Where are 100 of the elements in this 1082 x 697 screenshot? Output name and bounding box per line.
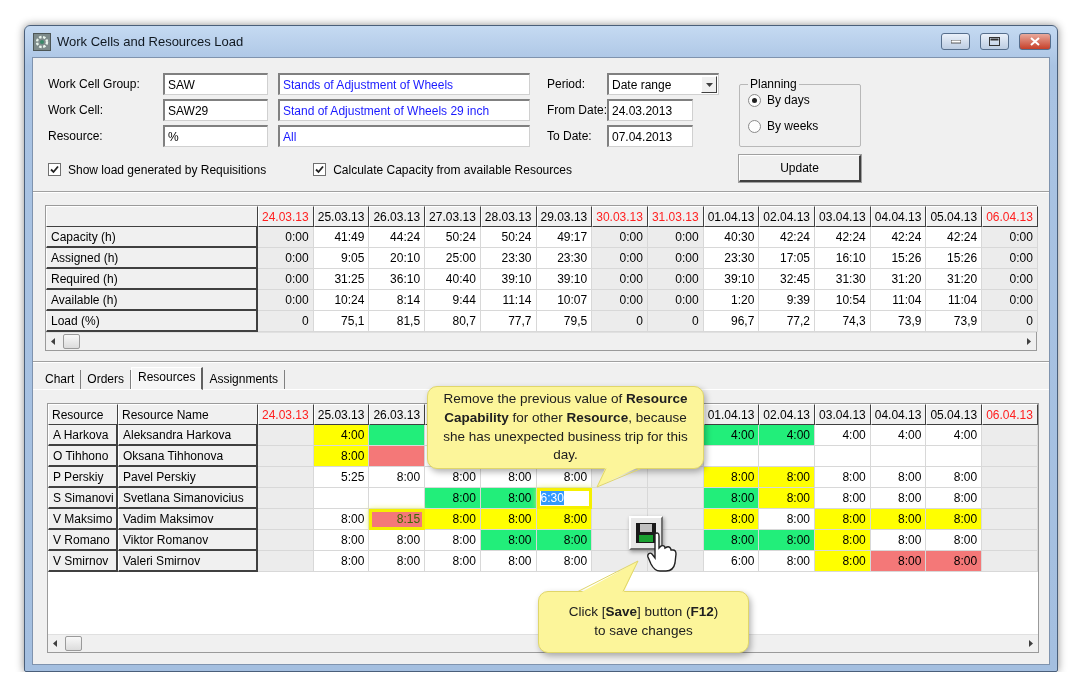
table-cell: 40:30 xyxy=(703,227,760,248)
table-cell: 8:15 xyxy=(369,509,426,530)
table-cell: 1:20 xyxy=(703,290,760,311)
table-cell: 15:26 xyxy=(870,248,927,269)
table-cell: 0:00 xyxy=(592,248,648,269)
table-cell: 79,5 xyxy=(536,311,593,332)
table-cell: 8:00 xyxy=(536,509,593,530)
column-header: 01.04.13 xyxy=(703,206,760,227)
table-cell: 8:00 xyxy=(480,530,537,551)
table-cell: 42:24 xyxy=(870,227,927,248)
column-header: 06.04.13 xyxy=(982,404,1038,425)
table-cell: 8:00 xyxy=(369,467,426,488)
table-cell: 8:00 xyxy=(815,530,871,551)
row-header: V Maksimo xyxy=(48,509,118,530)
table-cell: 10:24 xyxy=(313,290,370,311)
column-header: 24.03.13 xyxy=(258,404,314,425)
table-cell: 36:10 xyxy=(369,269,426,290)
table-cell: 0:00 xyxy=(982,227,1038,248)
table-cell: 77,7 xyxy=(480,311,537,332)
table-cell: 9:44 xyxy=(425,290,481,311)
table-cell: 23:30 xyxy=(536,248,593,269)
table-cell: 8:00 xyxy=(926,530,983,551)
table-cell: 39:10 xyxy=(703,269,760,290)
table-cell: 42:24 xyxy=(926,227,983,248)
table-cell: 8:00 xyxy=(480,509,537,530)
table-cell: 8:00 xyxy=(926,488,983,509)
checkbox-label: Calculate Capacity from available Resources xyxy=(333,162,572,177)
table-cell: 8:00 xyxy=(926,551,983,572)
column-header: 05.04.13 xyxy=(926,206,983,227)
table-cell: 8:00 xyxy=(536,530,593,551)
table-cell: 4:00 xyxy=(926,425,983,446)
table-cell: 10:54 xyxy=(815,290,871,311)
column-header: 02.04.13 xyxy=(759,404,816,425)
column-header: 25.03.13 xyxy=(313,404,370,425)
table-cell: 0:00 xyxy=(982,269,1038,290)
table-cell: 75,1 xyxy=(313,311,370,332)
table-cell: 11:14 xyxy=(480,290,537,311)
table-cell: 40:40 xyxy=(425,269,481,290)
column-header: 28.03.13 xyxy=(480,206,537,227)
table-cell: 8:00 xyxy=(313,446,370,467)
table-cell: 0 xyxy=(592,311,648,332)
table-cell: 31:25 xyxy=(313,269,370,290)
table-cell: 0 xyxy=(982,311,1038,332)
table-cell: 31:30 xyxy=(815,269,871,290)
table-cell: 0:00 xyxy=(982,248,1038,269)
column-header: 29.03.13 xyxy=(536,206,593,227)
column-header: 26.03.13 xyxy=(369,404,426,425)
table-cell: 25:00 xyxy=(425,248,481,269)
table-cell: 6:00 xyxy=(703,551,760,572)
table-cell: 96,7 xyxy=(703,311,760,332)
column-header: 05.04.13 xyxy=(926,404,983,425)
row-header: V Smirnov xyxy=(48,551,118,572)
table-cell: 8:00 xyxy=(815,488,871,509)
table-cell: 11:04 xyxy=(870,290,927,311)
radio-label: By days xyxy=(767,93,810,107)
radio-label: By weeks xyxy=(767,119,819,133)
table-cell: 8:00 xyxy=(759,551,816,572)
table-cell: 11:04 xyxy=(926,290,983,311)
window-title: Work Cells and Resources Load xyxy=(57,34,245,49)
checkbox-label: Show load generated by Requisitions xyxy=(68,162,267,177)
row-header: O Tihhono xyxy=(48,446,118,467)
table-cell: 8:00 xyxy=(703,530,760,551)
table-cell: 8:14 xyxy=(369,290,426,311)
table-cell: 8:00 xyxy=(870,467,927,488)
table-cell: 73,9 xyxy=(926,311,983,332)
table-cell: 0:00 xyxy=(592,227,648,248)
table-cell: 8:00 xyxy=(369,530,426,551)
table-cell: 0:00 xyxy=(647,290,704,311)
table-cell: 0:00 xyxy=(647,269,704,290)
table-cell: 20:10 xyxy=(369,248,426,269)
field-label: Resource: xyxy=(48,129,104,143)
column-header: 26.03.13 xyxy=(369,206,426,227)
table-cell: 8:00 xyxy=(759,509,816,530)
table-cell: 8:00 xyxy=(759,530,816,551)
table-cell: 0:00 xyxy=(258,269,314,290)
field-label: Work Cell Group: xyxy=(48,77,141,91)
callout-text: Remove the previous value of Resource Capability for other Resource, because she has unexpected business trip for this day. xyxy=(442,389,689,465)
table-cell: 0:00 xyxy=(647,227,704,248)
table-cell: 17:05 xyxy=(759,248,816,269)
table-cell: 0:00 xyxy=(258,227,314,248)
table-cell: 8:00 xyxy=(425,551,481,572)
column-header: 04.04.13 xyxy=(870,404,927,425)
table-cell: 8:00 xyxy=(425,467,481,488)
column-header: 27.03.13 xyxy=(425,206,481,227)
table-cell: 44:24 xyxy=(369,227,426,248)
field-label: Period: xyxy=(547,77,587,91)
column-header: 25.03.13 xyxy=(313,206,370,227)
table-cell: 5:25 xyxy=(313,467,370,488)
column-header: 30.03.13 xyxy=(592,206,648,227)
row-header: Aleksandra Harkova xyxy=(118,425,258,446)
table-cell: 9:05 xyxy=(313,248,370,269)
table-cell: 39:10 xyxy=(536,269,593,290)
table-cell: 0:00 xyxy=(592,290,648,311)
row-header: Svetlana Simanovicius xyxy=(118,488,258,509)
row-header: A Harkova xyxy=(48,425,118,446)
table-cell: 23:30 xyxy=(480,248,537,269)
table-cell: 8:00 xyxy=(536,551,593,572)
table-cell: 42:24 xyxy=(759,227,816,248)
table-cell: 8:00 xyxy=(815,509,871,530)
table-cell: 80,7 xyxy=(425,311,481,332)
